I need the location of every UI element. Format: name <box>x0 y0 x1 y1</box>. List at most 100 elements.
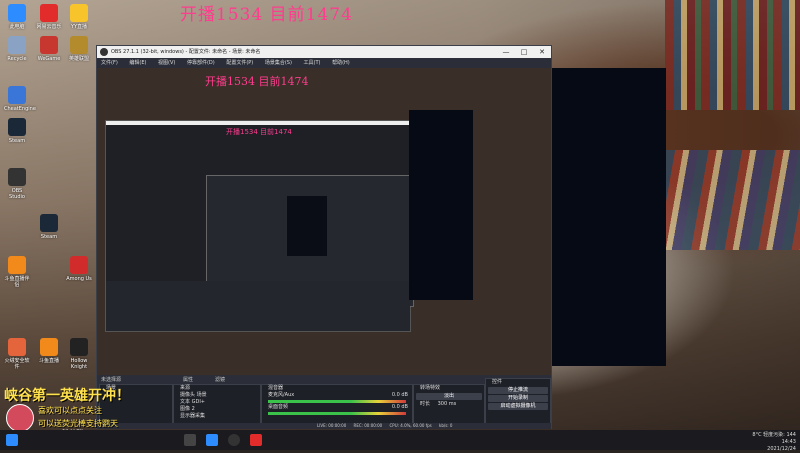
app-icon <box>70 36 88 54</box>
app-icon <box>8 118 26 136</box>
obs-taskbar-icon[interactable] <box>228 434 240 446</box>
nested-title-bar <box>106 121 410 125</box>
desktop-icon[interactable]: Recycle <box>4 36 30 62</box>
desktop-icon-label: OBS Studio <box>9 188 25 200</box>
desktop-icon[interactable]: 火绒安全软件 <box>4 338 30 370</box>
weather-readout: 8°C 轻度污染: 144 <box>752 432 796 438</box>
desktop-icon-label: Steam <box>40 234 58 240</box>
app-icon <box>40 36 58 54</box>
desktop-icon-label: 网易云音乐 <box>36 24 62 30</box>
desktop-icon-label: 英雄联盟 <box>68 56 89 62</box>
stop-streaming-button[interactable]: 停止推流 <box>488 387 548 394</box>
desktop-icon-label: CheatEngine <box>4 106 36 112</box>
clock-date[interactable]: 2021/12/24 <box>767 446 796 452</box>
wallpaper-bookshelf <box>665 0 800 110</box>
mixer-meter <box>268 412 406 415</box>
filters-button[interactable]: 滤镜 <box>215 376 225 383</box>
mixer-channel-db: 0.0 dB <box>391 404 408 410</box>
duration-row: 时长 300 ms <box>414 401 484 408</box>
app-icon <box>8 168 26 186</box>
duration-input[interactable]: 300 ms <box>438 401 457 407</box>
menu-view[interactable]: 视图(V) <box>158 60 175 66</box>
desktop-icon[interactable]: Steam <box>4 118 30 144</box>
desktop-icon-label: Recycle <box>7 56 27 62</box>
menu-edit[interactable]: 编辑(E) <box>129 60 146 66</box>
desktop-icon[interactable]: WeGame <box>36 36 62 62</box>
desktop-icon-label: WeGame <box>37 56 61 62</box>
source-item[interactable]: 图像 2 <box>174 406 260 413</box>
desktop-icon[interactable]: 此电脑 <box>4 4 30 30</box>
desktop-icon-label: Among Us <box>66 276 92 282</box>
mixer-channel: 桌面音频 0.0 dB <box>262 404 412 411</box>
desktop-icon[interactable]: Steam <box>36 214 62 240</box>
task-view-icon[interactable] <box>184 434 196 446</box>
menu-help[interactable]: 帮助(H) <box>332 60 350 66</box>
properties-button[interactable]: 属性 <box>183 376 193 383</box>
app-icon <box>70 256 88 274</box>
menu-file[interactable]: 文件(F) <box>101 60 118 66</box>
start-recording-button[interactable]: 开始录制 <box>488 395 548 402</box>
nested-preview-level-1: 开播1534 目前1474 <box>105 120 414 332</box>
desktop-icon-label: 斗鱼直播伴侣 <box>4 276 30 288</box>
start-menu-icon[interactable] <box>6 434 18 446</box>
stream-title-overlay: 峡谷第一英雄开冲！ <box>4 388 130 404</box>
obs-bottom-docks: 未选择源 属性 滤镜 场景 来源 摄像头 场景 文本 GDI+ 图像 2 显示器… <box>97 376 551 428</box>
mixer-dock-title: 混音器 <box>268 385 284 391</box>
desktop-icon[interactable]: 英雄联盟 <box>66 36 92 62</box>
desktop-icon[interactable]: 斗鱼直播 <box>36 338 62 364</box>
clock-time[interactable]: 14:43 <box>782 439 796 445</box>
desktop-icon[interactable]: Among Us <box>66 256 92 282</box>
close-button[interactable]: ✕ <box>533 46 551 58</box>
obs-preview-canvas[interactable]: 开播1534 目前1474 开播1534 目前1474 <box>97 68 551 375</box>
bitrate: kb/s: 0 <box>439 423 453 428</box>
menu-scene-collection[interactable]: 场景集合(S) <box>265 60 292 66</box>
source-item[interactable]: 摄像头 场景 <box>174 392 260 399</box>
desktop-icon-label: Hollow Knight <box>70 358 88 370</box>
app-icon <box>8 256 26 274</box>
nested-bottom-docks <box>106 281 410 331</box>
minimize-button[interactable]: — <box>497 46 515 58</box>
transitions-dock: 转场特效 淡出 时长 300 ms <box>413 384 485 426</box>
desktop-icon-label: 斗鱼直播 <box>38 358 59 364</box>
virtual-camera-button[interactable]: 启动虚拟摄像机 <box>488 403 548 410</box>
mixer-meter <box>268 400 406 403</box>
desktop-icon[interactable]: OBS Studio <box>4 168 30 200</box>
desktop-icon-label: YY直播 <box>70 24 88 30</box>
controls-dock-title: 控件 <box>492 379 503 385</box>
wallpaper-bookshelf-lower <box>665 150 800 250</box>
desktop-icon[interactable]: 网易云音乐 <box>36 4 62 30</box>
source-item[interactable]: 文本 GDI+ <box>174 399 260 406</box>
mixer-channel-name: 桌面音频 <box>268 404 289 410</box>
obs-title-bar[interactable]: OBS 27.1.1 (32-bit, windows) - 配置文件: 未命名… <box>97 46 551 58</box>
taskbar: 8°C 轻度污染: 144 14:43 2021/12/24 <box>0 430 800 452</box>
app-icon <box>40 214 58 232</box>
edge-browser-icon[interactable] <box>206 434 218 446</box>
desktop-icon[interactable]: CheatEngine <box>4 86 36 112</box>
menu-tools[interactable]: 工具(T) <box>304 60 321 66</box>
app-icon <box>40 338 58 356</box>
desktop-icon[interactable]: Hollow Knight <box>66 338 92 370</box>
desktop-icon[interactable]: 斗鱼直播伴侣 <box>4 256 30 288</box>
rec-timer: REC: 00:00:00 <box>353 423 383 428</box>
transition-select[interactable]: 淡出 <box>416 393 482 400</box>
follow-reminder: 喜欢可以点点关注 <box>38 406 102 415</box>
controls-dock: 控件 停止推流 开始录制 启动虚拟摄像机 <box>485 378 551 426</box>
sources-dock-title: 来源 <box>180 385 191 391</box>
netease-music-taskbar-icon[interactable] <box>250 434 262 446</box>
app-icon <box>70 338 88 356</box>
obs-window[interactable]: OBS 27.1.1 (32-bit, windows) - 配置文件: 未命名… <box>96 45 552 429</box>
mixer-channel-db: 0.0 dB <box>391 392 408 398</box>
source-item[interactable]: 显示器采集 <box>174 413 260 420</box>
audio-mixer-dock: 混音器 麦克风/Aux 0.0 dB 桌面音频 0.0 dB <box>261 384 413 426</box>
sources-dock: 来源 摄像头 场景 文本 GDI+ 图像 2 显示器采集 <box>173 384 261 426</box>
mixer-channel: 麦克风/Aux 0.0 dB <box>262 392 412 399</box>
no-source-label: 未选择源 <box>101 377 122 383</box>
desktop-icon-label: Steam <box>8 138 26 144</box>
app-icon <box>8 338 26 356</box>
menu-profile[interactable]: 配置文件(P) <box>226 60 253 66</box>
app-icon <box>8 4 26 22</box>
desktop-icon[interactable]: YY直播 <box>66 4 92 30</box>
mixer-channel-name: 麦克风/Aux <box>268 392 295 398</box>
menu-docks[interactable]: 停靠部件(D) <box>187 60 215 66</box>
maximize-button[interactable]: □ <box>515 46 533 58</box>
